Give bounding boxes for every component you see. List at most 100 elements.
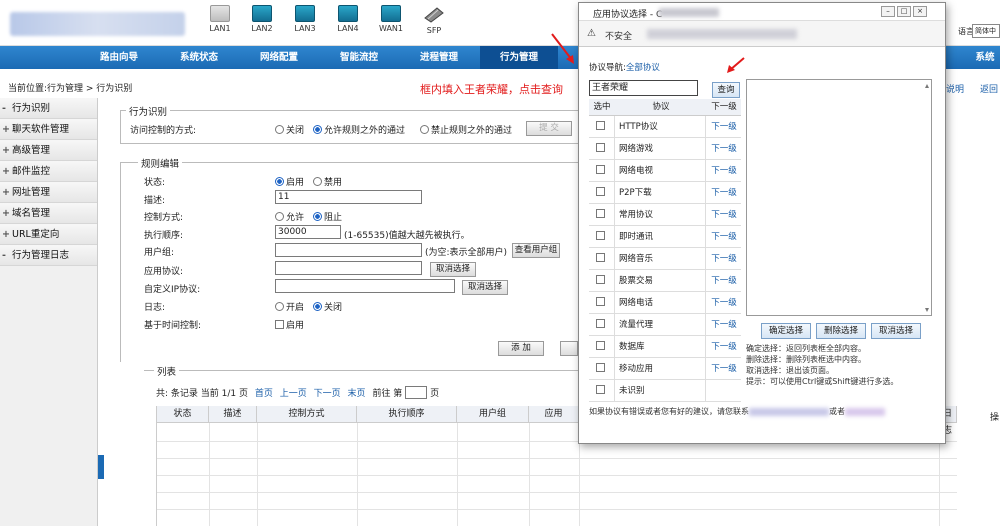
all-protocols-link[interactable]: 全部协议 bbox=[626, 63, 660, 73]
desc-input[interactable]: 11 bbox=[275, 190, 422, 204]
port-sfp: SFP bbox=[421, 5, 447, 35]
view-group-button[interactable]: 查看用户组 bbox=[512, 243, 560, 258]
confirm-select-button[interactable]: 确定选择 bbox=[761, 323, 811, 339]
order-input[interactable]: 30000 bbox=[275, 225, 341, 239]
next-level-link[interactable]: 下一级 bbox=[707, 204, 741, 226]
group-input[interactable] bbox=[275, 243, 422, 257]
goto-page-input[interactable] bbox=[405, 386, 428, 399]
row-checkbox[interactable] bbox=[596, 275, 605, 284]
selected-protocol-list[interactable] bbox=[746, 79, 932, 316]
protocol-search-input[interactable]: 王者荣耀 bbox=[589, 80, 698, 96]
ip-proto-input[interactable] bbox=[275, 279, 455, 293]
submit-button[interactable]: 提 交 bbox=[526, 121, 572, 136]
mode-off-radio[interactable]: 关闭 bbox=[275, 123, 304, 136]
pager-next[interactable]: 下一页 bbox=[314, 389, 341, 399]
col-op: 操 bbox=[990, 413, 1000, 423]
table-row: 即时通讯 下一级 bbox=[589, 226, 741, 248]
next-level-link[interactable] bbox=[707, 380, 741, 402]
sidebar-item-chat-software[interactable]: + 聊天软件管理 bbox=[0, 119, 97, 140]
back-link[interactable]: 返回 bbox=[980, 82, 998, 95]
next-level-link[interactable]: 下一级 bbox=[707, 270, 741, 292]
proto-input[interactable] bbox=[275, 261, 422, 275]
language-select[interactable]: 简体中 bbox=[972, 24, 1000, 38]
nav-route-wizard[interactable]: 路由向导 bbox=[80, 46, 158, 69]
maximize-icon[interactable]: □ bbox=[897, 6, 911, 17]
minimize-icon[interactable]: – bbox=[881, 6, 895, 17]
next-level-link[interactable]: 下一级 bbox=[707, 248, 741, 270]
mode-deny-radio[interactable]: 禁止规则之外的通过 bbox=[420, 123, 512, 136]
mode-allow-radio[interactable]: 允许规则之外的通过 bbox=[313, 123, 405, 136]
head-next: 下一级 bbox=[711, 102, 737, 112]
sidebar-item-mail-monitor[interactable]: + 邮件监控 bbox=[0, 161, 97, 182]
next-level-link[interactable]: 下一级 bbox=[707, 336, 741, 358]
row-checkbox[interactable] bbox=[596, 319, 605, 328]
sidebar-item-url-redirect[interactable]: + URL重定向 bbox=[0, 224, 97, 245]
next-level-link[interactable]: 下一级 bbox=[707, 226, 741, 248]
col-desc: 描述 bbox=[209, 406, 257, 423]
list-fieldset bbox=[144, 370, 584, 371]
delete-select-button[interactable]: 删除选择 bbox=[816, 323, 866, 339]
sidebar-item-behavior-log[interactable]: - 行为管理日志 bbox=[0, 245, 97, 266]
close-icon[interactable]: × bbox=[913, 6, 927, 17]
sidebar-item-url-management[interactable]: + 网址管理 bbox=[0, 182, 97, 203]
nav-network-config[interactable]: 网络配置 bbox=[240, 46, 318, 69]
table-row: 网络音乐 下一级 bbox=[589, 248, 741, 270]
popup-titlebar: 应用协议选择 - C – □ × bbox=[579, 3, 945, 21]
time-enable-checkbox[interactable]: 启用 bbox=[275, 318, 304, 331]
query-button[interactable]: 查询 bbox=[712, 82, 740, 98]
sidebar-item-behavior-identify[interactable]: - 行为识别 bbox=[0, 98, 97, 119]
row-checkbox[interactable] bbox=[596, 143, 605, 152]
table-row: HTTP协议 下一级 bbox=[589, 116, 741, 138]
row-checkbox[interactable] bbox=[596, 341, 605, 350]
time-label: 基于时间控制: bbox=[144, 321, 202, 331]
row-checkbox[interactable] bbox=[596, 297, 605, 306]
pager-prev[interactable]: 上一页 bbox=[280, 389, 307, 399]
next-level-link[interactable]: 下一级 bbox=[707, 358, 741, 380]
next-level-link[interactable]: 下一级 bbox=[707, 138, 741, 160]
nav-system[interactable]: 系统 bbox=[965, 46, 1000, 69]
row-checkbox[interactable] bbox=[596, 121, 605, 130]
port-lan2: LAN2 bbox=[249, 5, 275, 33]
next-level-link[interactable]: 下一级 bbox=[707, 160, 741, 182]
status-off-radio[interactable]: 禁用 bbox=[313, 175, 342, 188]
proto-cancel-button[interactable]: 取消选择 bbox=[430, 262, 476, 277]
order-note: (1-65535)值越大越先被执行。 bbox=[344, 231, 470, 241]
row-checkbox[interactable] bbox=[596, 209, 605, 218]
row-checkbox[interactable] bbox=[596, 231, 605, 240]
ctrl-block-radio[interactable]: 阻止 bbox=[313, 210, 342, 223]
row-checkbox[interactable] bbox=[596, 363, 605, 372]
popup-footer: 如果协议有错误或者您有好的建议，请您联系 或者 bbox=[589, 406, 885, 417]
help-link[interactable]: 说明 bbox=[946, 82, 964, 95]
log-on-radio[interactable]: 开启 bbox=[275, 300, 304, 313]
cancel-select-button[interactable]: 取消选择 bbox=[871, 323, 921, 339]
nav-behavior-management[interactable]: 行为管理 bbox=[480, 46, 558, 69]
ip-cancel-button[interactable]: 取消选择 bbox=[462, 280, 508, 295]
modify-button[interactable] bbox=[560, 341, 578, 356]
add-button[interactable]: 添 加 bbox=[498, 341, 544, 356]
next-level-link[interactable]: 下一级 bbox=[707, 116, 741, 138]
table-row: 网络电视 下一级 bbox=[589, 160, 741, 182]
row-checkbox[interactable] bbox=[596, 165, 605, 174]
sidebar-collapse-handle[interactable] bbox=[98, 455, 104, 479]
row-checkbox[interactable] bbox=[596, 253, 605, 262]
ctrl-allow-radio[interactable]: 允许 bbox=[275, 210, 304, 223]
status-on-radio[interactable]: 启用 bbox=[275, 175, 304, 188]
pager-first[interactable]: 首页 bbox=[255, 389, 273, 399]
sidebar-item-domain-management[interactable]: + 域名管理 bbox=[0, 203, 97, 224]
pager-last[interactable]: 末页 bbox=[348, 389, 366, 399]
log-off-radio[interactable]: 关闭 bbox=[313, 300, 342, 313]
annotation-arrow-icon bbox=[551, 33, 574, 64]
nav-process-management[interactable]: 进程管理 bbox=[400, 46, 478, 69]
row-checkbox[interactable] bbox=[596, 385, 605, 394]
list-scrollbar[interactable] bbox=[924, 82, 930, 314]
next-level-link[interactable]: 下一级 bbox=[707, 182, 741, 204]
col-ctrl: 控制方式 bbox=[257, 406, 357, 423]
nav-system-status[interactable]: 系统状态 bbox=[160, 46, 238, 69]
row-checkbox[interactable] bbox=[596, 187, 605, 196]
next-level-link[interactable]: 下一级 bbox=[707, 292, 741, 314]
sidebar-item-advanced[interactable]: + 高级管理 bbox=[0, 140, 97, 161]
nav-flow-control[interactable]: 智能流控 bbox=[320, 46, 398, 69]
identify-legend: 行为识别 bbox=[126, 104, 171, 118]
next-level-link[interactable]: 下一级 bbox=[707, 314, 741, 336]
note-cancel: 取消选择：退出该页面。 bbox=[746, 366, 834, 375]
